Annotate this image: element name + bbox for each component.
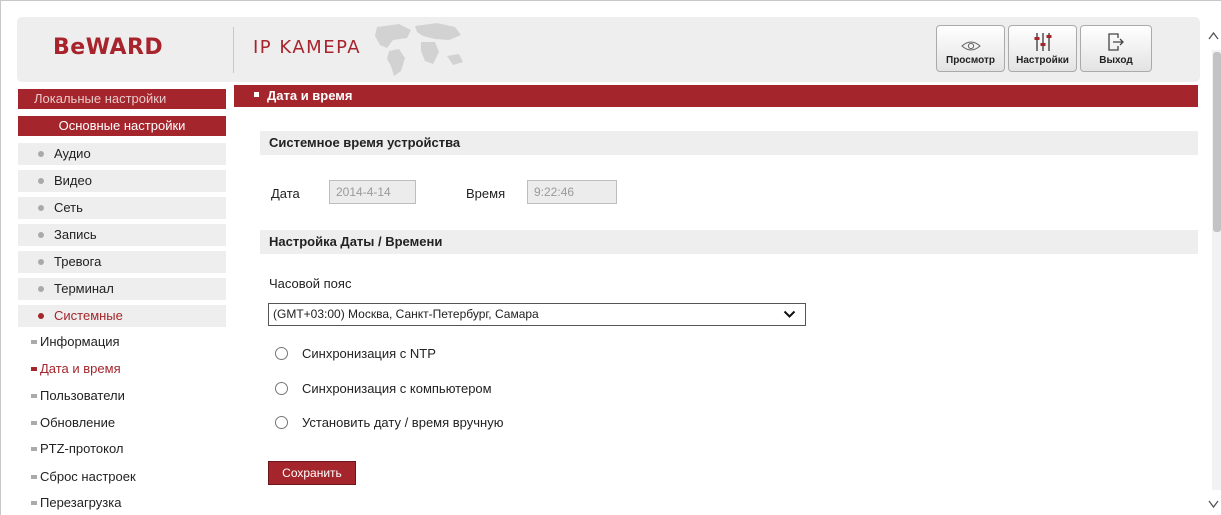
bullet-dot-icon <box>38 312 44 319</box>
bullet-dot-icon <box>38 150 44 157</box>
header-divider <box>233 27 234 73</box>
sidebar-sub-users[interactable]: Пользователи <box>18 384 226 408</box>
radio-pc-label: Синхронизация с компьютером <box>302 380 492 396</box>
sidebar-basic-settings[interactable]: Основные настройки <box>18 116 226 136</box>
page-title: Дата и время <box>234 85 1198 107</box>
chevron-down-icon <box>783 310 796 318</box>
sidebar-item-video[interactable]: Видео <box>18 170 226 192</box>
settings-button[interactable]: Настройки <box>1008 25 1077 72</box>
sidebar-sub-label: Дата и время <box>40 361 121 376</box>
bullet-square-icon <box>31 420 37 425</box>
logout-button[interactable]: Выход <box>1080 25 1152 72</box>
bullet-square-icon <box>31 393 37 398</box>
bullet-dot-icon <box>38 204 44 211</box>
sidebar-item-alarm[interactable]: Тревога <box>18 251 226 273</box>
sidebar-item-label: Запись <box>54 227 97 242</box>
view-button[interactable]: Просмотр <box>936 25 1005 72</box>
header: BeWARD IP KAMEPA Просмотр Настройки Выхо… <box>17 17 1200 82</box>
bullet-square-icon <box>31 339 37 344</box>
bullet-square-icon <box>254 92 259 98</box>
sidebar-sub-update[interactable]: Обновление <box>18 411 226 435</box>
sidebar-item-label: Аудио <box>54 146 91 161</box>
bullet-dot-icon <box>38 258 44 265</box>
view-button-label: Просмотр <box>946 55 995 66</box>
time-field: 9:22:46 <box>527 180 617 204</box>
header-toolbar: Просмотр Настройки Выход <box>936 25 1152 72</box>
sliders-icon <box>1034 33 1051 51</box>
scrollbar-thumb[interactable] <box>1213 52 1221 232</box>
exit-icon <box>1108 33 1124 51</box>
timezone-select[interactable]: (GMT+03:00) Москва, Санкт-Петербург, Сам… <box>268 303 806 326</box>
date-label: Дата <box>271 186 300 201</box>
sidebar-sub-label: Информация <box>40 334 120 349</box>
radio-manual-label: Установить дату / время вручную <box>302 414 504 430</box>
radio-button[interactable] <box>275 381 288 395</box>
section-system-time: Системное время устройства <box>260 131 1198 155</box>
sidebar-sub-reboot[interactable]: Перезагрузка <box>18 491 226 515</box>
time-label: Время <box>466 186 506 201</box>
sidebar-sub-date-time[interactable]: Дата и время <box>18 357 226 381</box>
timezone-value: (GMT+03:00) Москва, Санкт-Петербург, Сам… <box>273 307 539 321</box>
sidebar-item-label: Видео <box>54 173 92 188</box>
sidebar-item-terminal[interactable]: Терминал <box>18 278 226 300</box>
brand-logo: BeWARD <box>53 35 164 60</box>
logout-button-label: Выход <box>1099 55 1133 66</box>
sidebar-sub-information[interactable]: Информация <box>18 330 226 354</box>
sidebar-local-settings[interactable]: Локальные настройки <box>18 89 226 109</box>
sidebar-item-label: Системные <box>54 308 123 323</box>
settings-button-label: Настройки <box>1016 55 1069 66</box>
section-date-time-settings: Настройка Даты / Времени <box>260 230 1198 254</box>
world-map-graphic <box>375 23 463 76</box>
sidebar-item-network[interactable]: Сеть <box>18 197 226 219</box>
bullet-square-icon <box>31 366 37 371</box>
sidebar-sub-ptz[interactable]: PTZ-протокол <box>18 437 226 461</box>
bullet-dot-icon <box>38 231 44 238</box>
sidebar-sub-label: PTZ-протокол <box>40 441 124 456</box>
bullet-dot-icon <box>38 285 44 292</box>
bullet-square-icon <box>31 474 37 479</box>
sidebar-sub-label: Сброс настроек <box>40 469 136 484</box>
radio-ntp-label: Синхронизация с NTP <box>302 345 436 361</box>
sidebar-sub-label: Пользователи <box>40 388 125 403</box>
window-border-top <box>0 0 1221 1</box>
sidebar-item-label: Терминал <box>54 281 114 296</box>
radio-button[interactable] <box>275 346 288 360</box>
sidebar-item-audio[interactable]: Аудио <box>18 143 226 165</box>
sidebar-item-label: Сеть <box>54 200 83 215</box>
sidebar-sub-reset[interactable]: Сброс настроек <box>18 465 226 489</box>
scroll-down-icon[interactable] <box>1206 496 1221 512</box>
radio-pc-sync[interactable]: Синхронизация с компьютером <box>275 378 492 398</box>
bullet-square-icon <box>31 446 37 451</box>
save-button[interactable]: Сохранить <box>268 461 356 485</box>
page-title-text: Дата и время <box>267 88 353 103</box>
bullet-dot-icon <box>38 177 44 184</box>
timezone-label: Часовой пояс <box>269 276 352 291</box>
sidebar-item-system[interactable]: Системные <box>18 305 226 327</box>
radio-manual[interactable]: Установить дату / время вручную <box>275 412 503 432</box>
radio-button[interactable] <box>275 415 288 429</box>
sidebar-item-label: Тревога <box>54 254 102 269</box>
bullet-square-icon <box>31 500 37 505</box>
sidebar-sub-label: Обновление <box>40 415 116 430</box>
scroll-up-icon[interactable] <box>1206 28 1221 44</box>
date-field: 2014-4-14 <box>329 180 416 204</box>
sidebar-sub-label: Перезагрузка <box>40 495 122 510</box>
radio-ntp-sync[interactable]: Синхронизация с NTP <box>275 343 436 363</box>
window-border-left <box>0 0 1 515</box>
sidebar-item-recording[interactable]: Запись <box>18 224 226 246</box>
eye-icon <box>960 41 981 51</box>
